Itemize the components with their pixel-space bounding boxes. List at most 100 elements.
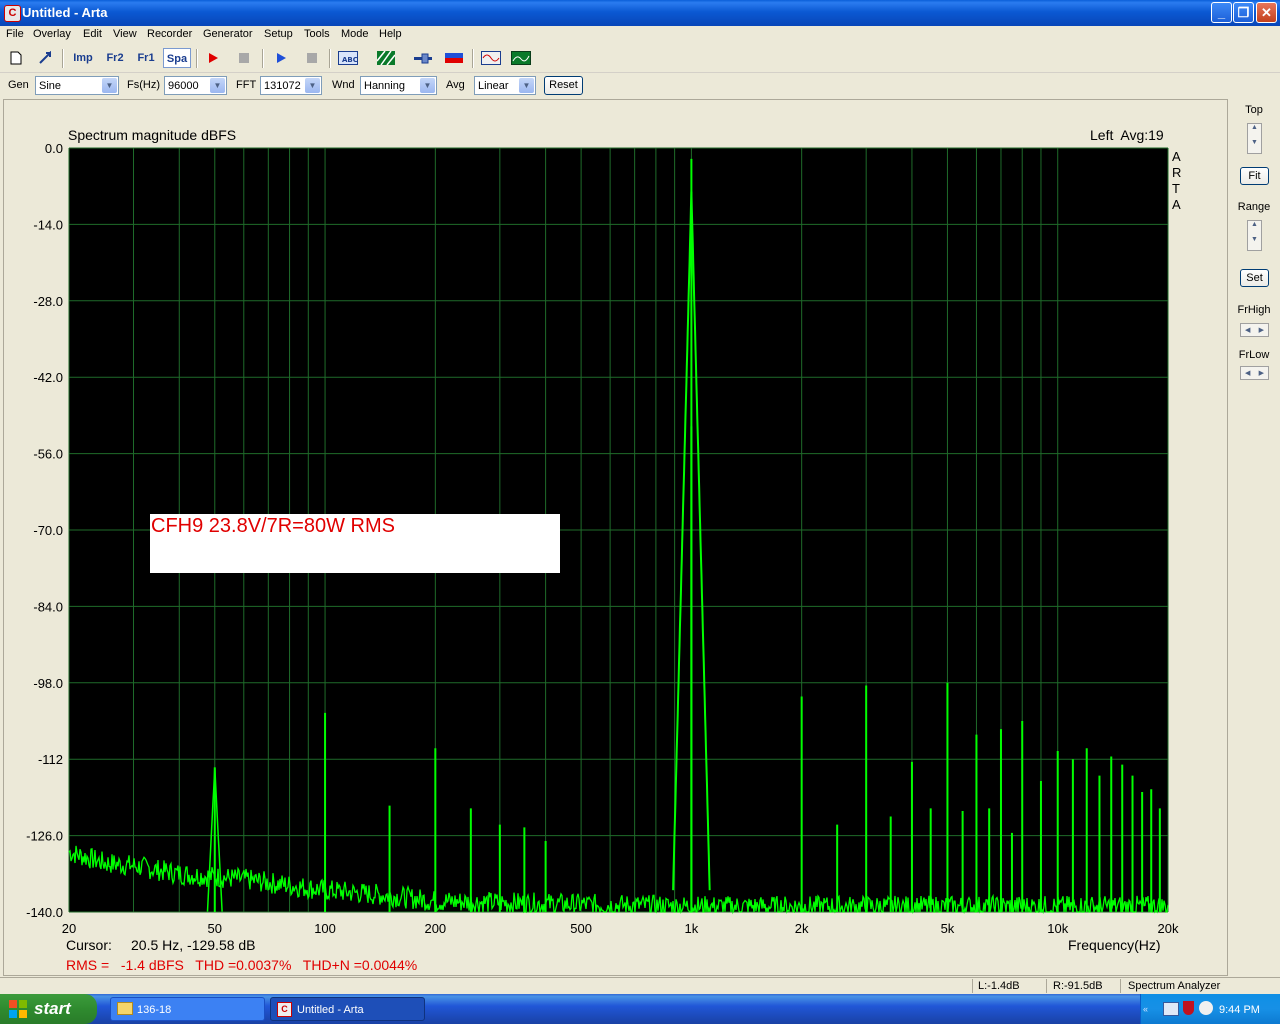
chevron-down-icon[interactable]: ▼: [420, 78, 435, 93]
window-value: Hanning: [364, 80, 405, 92]
system-tray: « 9:44 PM: [1140, 994, 1280, 1024]
start-label: start: [34, 999, 71, 1018]
chevron-down-icon[interactable]: ▼: [305, 78, 320, 93]
svg-text:ABC: ABC: [342, 56, 358, 64]
y-tick-label: -126.0: [26, 829, 63, 844]
scale-control-panel: Top ▲ ▼ Fit Range ▲ ▼ Set FrHigh ◀ ▶ FrLow …: [1231, 99, 1277, 976]
task-arta[interactable]: C Untitled - Arta: [270, 997, 425, 1021]
record-play-icon[interactable]: [202, 48, 224, 68]
start-button[interactable]: start: [0, 994, 97, 1024]
fft-size-select[interactable]: 131072 ▼: [260, 76, 322, 95]
spectrum-plot-area: 20 50 100 200 500 1k 2k 5k 10k 20k 0.0 -14.0 -28.0 -…: [3, 99, 1228, 976]
gen-label: Gen: [8, 79, 29, 91]
y-tick-label: -84.0: [33, 599, 63, 614]
fs-label: Fs(Hz): [127, 79, 160, 91]
arta-app-icon[interactable]: C: [4, 5, 21, 22]
x-tick-label: 2k: [795, 921, 809, 936]
control-bar: Gen Sine ▼ Fs(Hz) 96000 ▼ FFT 131072 ▼ W…: [0, 73, 1280, 97]
frlow-spinner[interactable]: ◀ ▶: [1240, 366, 1269, 380]
x-tick-label: 50: [208, 921, 222, 936]
chevron-down-icon[interactable]: ▼: [210, 78, 225, 93]
menu-bar: File Overlay Edit View Recorder Generato…: [0, 26, 1280, 44]
fr1-mode-button[interactable]: Fr1: [133, 48, 159, 68]
y-tick-label: -14.0: [33, 217, 63, 232]
menu-overlay[interactable]: Overlay: [33, 28, 71, 40]
close-button[interactable]: ✕: [1256, 2, 1277, 23]
fr2-mode-button[interactable]: Fr2: [102, 48, 128, 68]
annotation-box[interactable]: CFH9 23.8V/7R=80W RMS: [150, 514, 560, 573]
colored-bars-icon[interactable]: [443, 48, 465, 68]
menu-help[interactable]: Help: [379, 28, 402, 40]
hatched-grid-icon[interactable]: [375, 48, 397, 68]
fit-button[interactable]: Fit: [1240, 167, 1269, 185]
abc-display-icon[interactable]: ABC: [337, 48, 359, 68]
arta-task-icon: C: [277, 1002, 292, 1017]
spa-mode-button[interactable]: Spa: [163, 48, 191, 68]
top-spinner[interactable]: ▲ ▼: [1247, 123, 1262, 154]
rms-thd-readout: RMS = -1.4 dBFS THD =0.0037% THD+N =0.00…: [66, 957, 418, 973]
channel-avg-info: Left Avg:19: [1090, 127, 1164, 143]
y-tick-label: -112: [38, 752, 63, 767]
y-tick-label: -56.0: [33, 447, 63, 462]
x-tick-label: 20k: [1158, 921, 1179, 936]
menu-generator[interactable]: Generator: [203, 28, 253, 40]
x-tick-label: 20: [62, 921, 76, 936]
clock[interactable]: 9:44 PM: [1219, 1004, 1260, 1016]
x-tick-label: 100: [314, 921, 336, 936]
window-select[interactable]: Hanning ▼: [360, 76, 437, 95]
minimize-button[interactable]: _: [1211, 2, 1232, 23]
x-tick-label: 500: [570, 921, 592, 936]
taskbar: start 136-18 C Untitled - Arta « 9:44 PM: [0, 994, 1280, 1024]
top-label: Top: [1245, 104, 1263, 116]
waveform-icon[interactable]: [480, 48, 502, 68]
restore-button[interactable]: ❐: [1233, 2, 1254, 23]
generator-stop-icon[interactable]: [301, 48, 323, 68]
frhigh-spinner[interactable]: ◀ ▶: [1240, 323, 1269, 337]
fft-label: FFT: [236, 79, 257, 91]
annotation-text: CFH9 23.8V/7R=80W RMS: [151, 515, 395, 537]
mode-status: Spectrum Analyzer: [1128, 980, 1221, 992]
windows-logo-icon: [9, 1000, 27, 1018]
tray-expand-icon[interactable]: «: [1143, 1004, 1148, 1014]
speaker-icon[interactable]: [1199, 1001, 1213, 1015]
impulse-mode-button[interactable]: Imp: [70, 48, 96, 68]
left-level-status: L:-1.4dB: [978, 980, 1020, 992]
reset-button[interactable]: Reset: [544, 76, 583, 95]
averaging-select[interactable]: Linear ▼: [474, 76, 536, 95]
chevron-down-icon[interactable]: ▼: [102, 78, 117, 93]
menu-view[interactable]: View: [113, 28, 137, 40]
network-icon[interactable]: [1163, 1002, 1179, 1016]
range-spinner[interactable]: ▲ ▼: [1247, 220, 1262, 251]
record-stop-icon[interactable]: [233, 48, 255, 68]
new-file-icon[interactable]: [5, 48, 27, 68]
open-file-icon[interactable]: [34, 48, 56, 68]
sample-rate-value: 96000: [168, 80, 199, 92]
menu-mode[interactable]: Mode: [341, 28, 369, 40]
generator-play-icon[interactable]: [270, 48, 292, 68]
y-tick-label: -140.0: [26, 905, 63, 920]
y-tick-label: -28.0: [33, 294, 63, 309]
slider-settings-icon[interactable]: [412, 48, 434, 68]
menu-tools[interactable]: Tools: [304, 28, 330, 40]
chevron-down-icon[interactable]: ▼: [519, 78, 534, 93]
sample-rate-select[interactable]: 96000 ▼: [164, 76, 227, 95]
menu-recorder[interactable]: Recorder: [147, 28, 192, 40]
title-bar: C Untitled - Arta _ ❐ ✕: [0, 0, 1280, 26]
y-tick-label: 0.0: [45, 141, 63, 156]
security-shield-icon[interactable]: [1183, 1001, 1194, 1015]
right-level-status: R:-91.5dB: [1053, 980, 1103, 992]
menu-setup[interactable]: Setup: [264, 28, 293, 40]
spectrum-display-icon[interactable]: [510, 48, 532, 68]
menu-edit[interactable]: Edit: [83, 28, 102, 40]
frhigh-label: FrHigh: [1237, 304, 1271, 316]
y-tick-label: -42.0: [33, 370, 63, 385]
generator-select[interactable]: Sine ▼: [35, 76, 119, 95]
menu-file[interactable]: File: [6, 28, 24, 40]
set-button[interactable]: Set: [1240, 269, 1269, 287]
fft-size-value: 131072: [264, 80, 301, 92]
x-tick-label: 10k: [1047, 921, 1068, 936]
window-label: Wnd: [332, 79, 355, 91]
task-folder-136-18[interactable]: 136-18: [110, 997, 265, 1021]
x-tick-label: 200: [424, 921, 446, 936]
folder-icon: [117, 1002, 133, 1015]
